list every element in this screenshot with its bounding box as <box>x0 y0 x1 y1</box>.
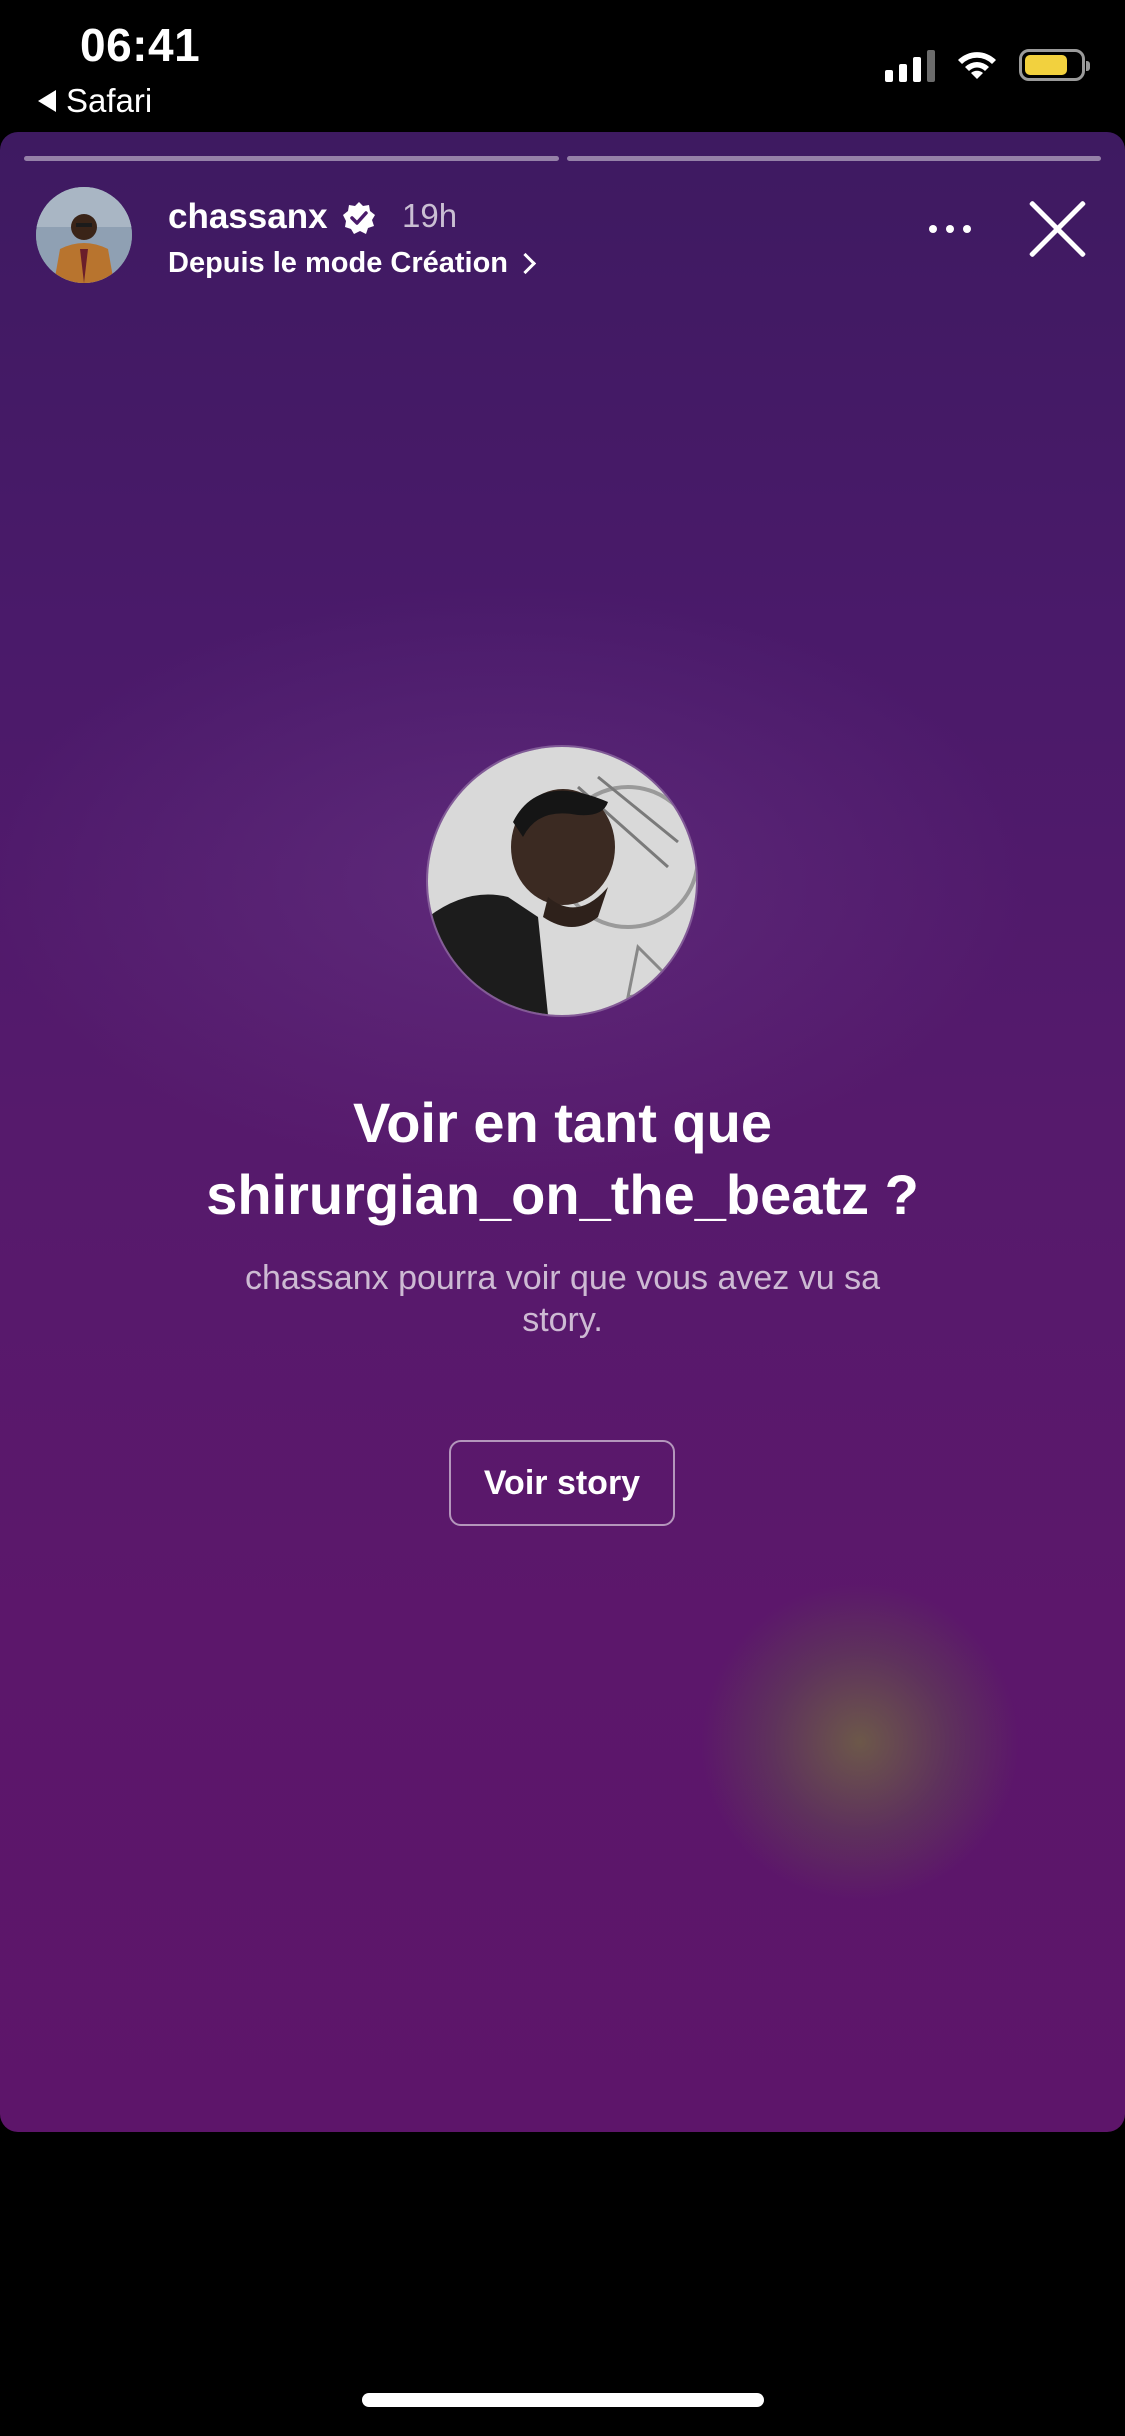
headline-line-2: shirurgian_on_the_beatz ? <box>206 1163 919 1226</box>
status-time: 06:41 <box>80 19 201 71</box>
wifi-icon <box>958 52 996 79</box>
close-icon[interactable] <box>1027 197 1091 261</box>
signal-icon <box>885 48 935 82</box>
story-username[interactable]: chassanx <box>168 197 328 237</box>
story-header: chassanx 19h Depuis le mode Création <box>36 187 1101 287</box>
profile-avatar <box>428 747 696 1015</box>
back-to-safari-button[interactable]: Safari <box>38 82 152 120</box>
view-story-button[interactable]: Voir story <box>449 1440 675 1526</box>
chevron-right-icon <box>514 252 537 275</box>
creation-mode-label: Depuis le mode Création <box>168 247 509 279</box>
background-glow <box>700 1582 1020 1902</box>
story-progress-bar <box>24 156 1101 161</box>
more-options-icon[interactable] <box>929 225 971 233</box>
prompt-description: chassanx pourra voir que vous avez vu sa… <box>244 1259 880 1339</box>
status-icons <box>885 48 1090 82</box>
back-label: Safari <box>66 82 153 119</box>
creation-mode-link[interactable]: Depuis le mode Création <box>168 247 537 280</box>
headline-line-1: Voir en tant que <box>353 1091 772 1154</box>
progress-segment <box>566 156 1101 161</box>
progress-segment <box>24 156 559 161</box>
home-indicator[interactable] <box>362 2393 764 2407</box>
verified-badge-icon <box>343 202 375 234</box>
story-viewer[interactable]: chassanx 19h Depuis le mode Création Voi… <box>0 132 1125 2132</box>
avatar[interactable] <box>36 187 132 283</box>
story-time-ago: 19h <box>402 197 458 234</box>
battery-fill <box>1025 55 1068 75</box>
back-caret-icon <box>38 90 56 112</box>
prompt-headline: Voir en tant que shirurgian_on_the_beatz… <box>60 1087 1065 1231</box>
battery-icon <box>1019 49 1090 81</box>
